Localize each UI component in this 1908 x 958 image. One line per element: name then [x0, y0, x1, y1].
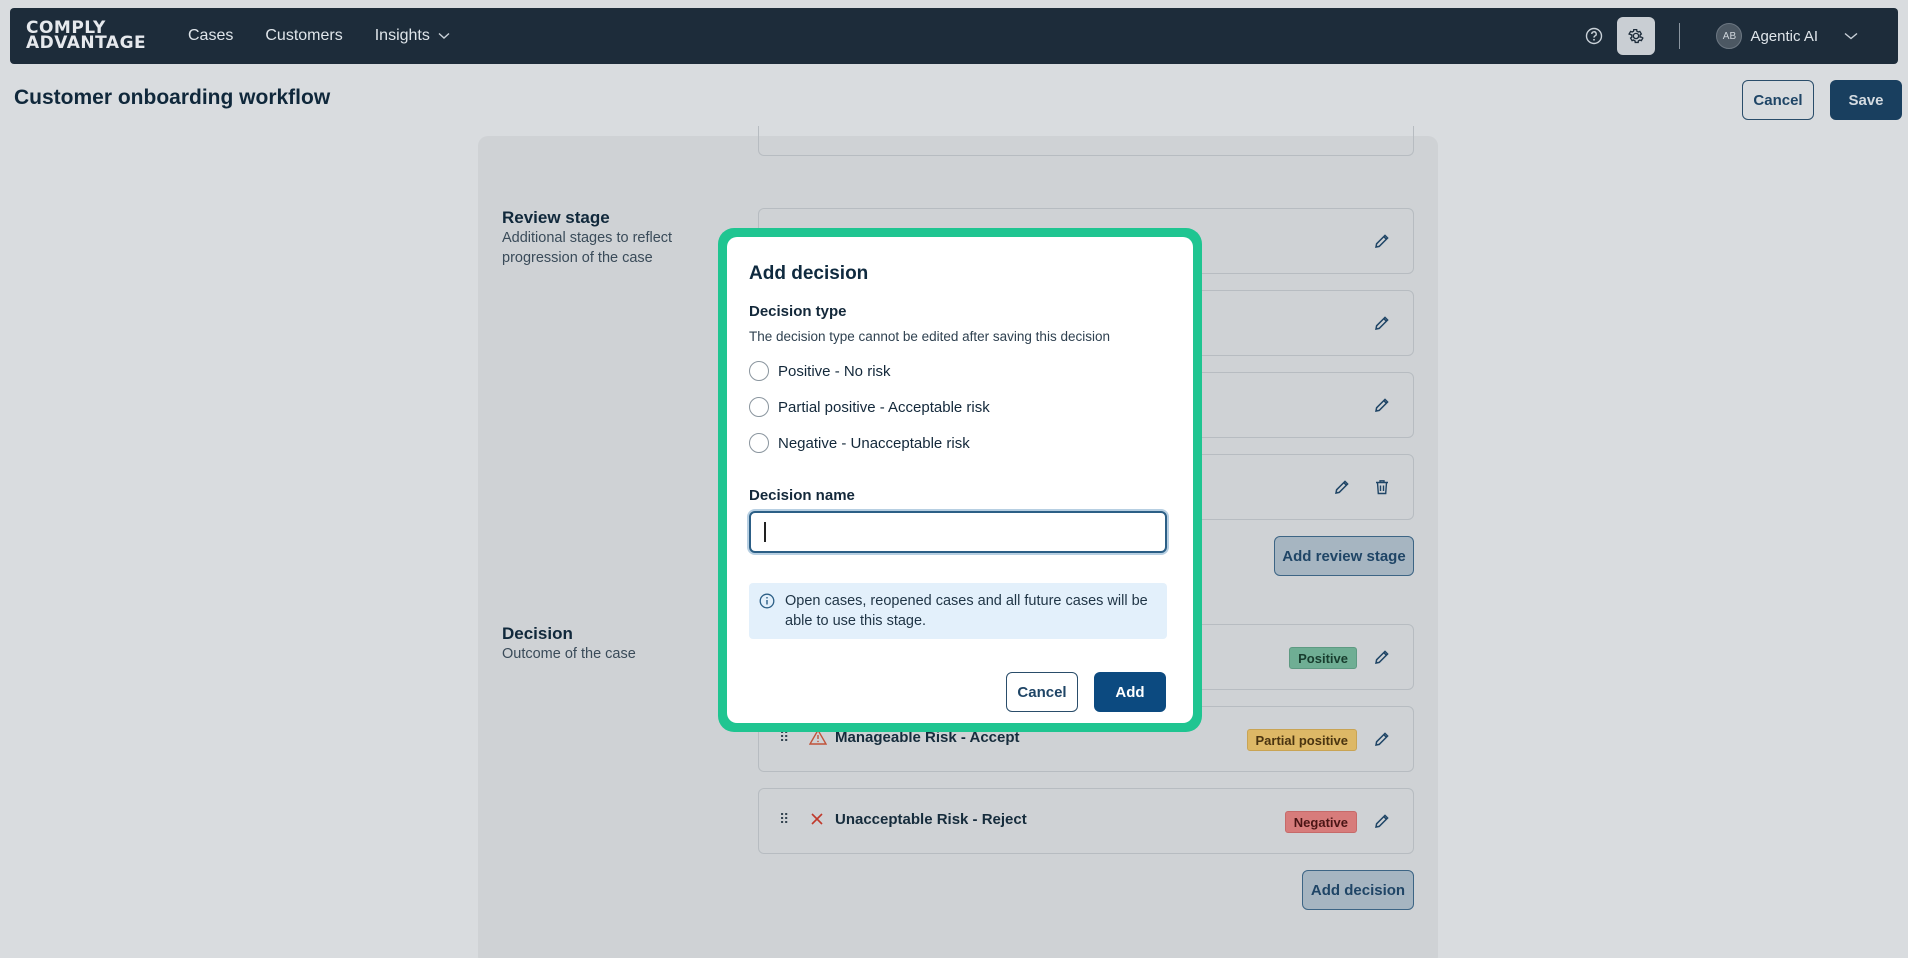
- edit-icon[interactable]: [1373, 314, 1391, 337]
- radio-positive[interactable]: Positive - No risk: [749, 361, 891, 381]
- settings-button[interactable]: [1617, 17, 1656, 55]
- radio-negative[interactable]: Negative - Unacceptable risk: [749, 433, 970, 453]
- add-decision-button[interactable]: Add decision: [1302, 870, 1414, 910]
- decision-name-label: Decision name: [749, 487, 855, 504]
- text-caret: [764, 522, 766, 542]
- add-decision-modal: Add decision Decision type The decision …: [727, 237, 1193, 723]
- user-name: Agentic AI: [1750, 27, 1818, 45]
- trash-icon[interactable]: [1373, 478, 1391, 501]
- nav-item-label: Insights: [374, 27, 430, 44]
- nav-item-label: Customers: [265, 27, 343, 44]
- stage-row-partial: [758, 126, 1414, 156]
- nav-item-label: Cases: [188, 27, 234, 44]
- radio-label: Partial positive - Acceptable risk: [778, 398, 990, 416]
- cancel-button[interactable]: Cancel: [1742, 80, 1814, 120]
- decision-row-label: Unacceptable Risk - Reject: [835, 811, 1027, 828]
- edit-icon[interactable]: [1373, 232, 1391, 255]
- info-banner: Open cases, reopened cases and all futur…: [749, 583, 1167, 639]
- chevron-down-icon: [438, 32, 450, 39]
- edit-icon[interactable]: [1373, 648, 1391, 671]
- page-title: Customer onboarding workflow: [14, 86, 331, 109]
- decision-type-badge: Negative: [1284, 811, 1357, 833]
- add-review-stage-button[interactable]: Add review stage: [1274, 536, 1414, 576]
- modal-add-button[interactable]: Add: [1094, 672, 1166, 712]
- decision-section-description: Outcome of the case: [502, 646, 636, 662]
- gear-icon: [1628, 28, 1645, 44]
- radio-label: Negative - Unacceptable risk: [778, 434, 970, 452]
- decision-type-badge: Partial positive: [1246, 729, 1357, 751]
- nav-divider: [1679, 23, 1681, 49]
- comply-advantage-logo[interactable]: COMPLY ADVANTAGE: [26, 20, 156, 53]
- decision-section-title: Decision: [502, 624, 573, 643]
- info-text: Open cases, reopened cases and all futur…: [785, 593, 1148, 629]
- modal-focus-ring: Add decision Decision type The decision …: [718, 228, 1202, 732]
- top-nav: COMPLY ADVANTAGE Cases Customers Insight…: [10, 8, 1898, 64]
- nav-item-customers[interactable]: Customers: [265, 27, 342, 45]
- avatar: AB: [1716, 23, 1743, 49]
- logo-line-2: ADVANTAGE: [26, 33, 147, 53]
- user-menu[interactable]: AB Agentic AI: [1716, 23, 1858, 49]
- info-icon: [759, 593, 775, 614]
- close-icon: [809, 811, 825, 832]
- review-stage-description: Additional stages to reflect progression…: [502, 230, 673, 266]
- radio-label: Positive - No risk: [778, 362, 891, 380]
- warning-icon: [808, 728, 828, 750]
- edit-icon[interactable]: [1373, 396, 1391, 419]
- decision-row: ⠿ Unacceptable Risk - Reject Negative: [758, 788, 1414, 854]
- edit-icon[interactable]: [1373, 730, 1391, 753]
- radio-button[interactable]: [749, 397, 769, 417]
- modal-cancel-button[interactable]: Cancel: [1006, 672, 1078, 712]
- decision-type-hint: The decision type cannot be edited after…: [749, 329, 1110, 344]
- chevron-down-icon: [1844, 32, 1858, 40]
- nav-right-group: AB Agentic AI: [1577, 8, 1898, 64]
- decision-type-badge: Positive: [1289, 647, 1357, 669]
- help-button[interactable]: [1577, 19, 1611, 53]
- decision-name-input[interactable]: [749, 511, 1167, 553]
- radio-button[interactable]: [749, 433, 769, 453]
- nav-item-cases[interactable]: Cases: [188, 27, 233, 45]
- modal-title: Add decision: [749, 263, 869, 284]
- edit-icon[interactable]: [1333, 478, 1351, 501]
- help-icon: [1586, 27, 1603, 45]
- edit-icon[interactable]: [1373, 812, 1391, 835]
- save-button[interactable]: Save: [1830, 80, 1902, 120]
- radio-button[interactable]: [749, 361, 769, 381]
- drag-handle-icon[interactable]: ⠿: [779, 811, 789, 828]
- decision-type-label: Decision type: [749, 303, 847, 320]
- review-stage-title: Review stage: [502, 208, 610, 227]
- radio-partial-positive[interactable]: Partial positive - Acceptable risk: [749, 397, 990, 417]
- nav-item-insights[interactable]: Insights: [375, 27, 450, 45]
